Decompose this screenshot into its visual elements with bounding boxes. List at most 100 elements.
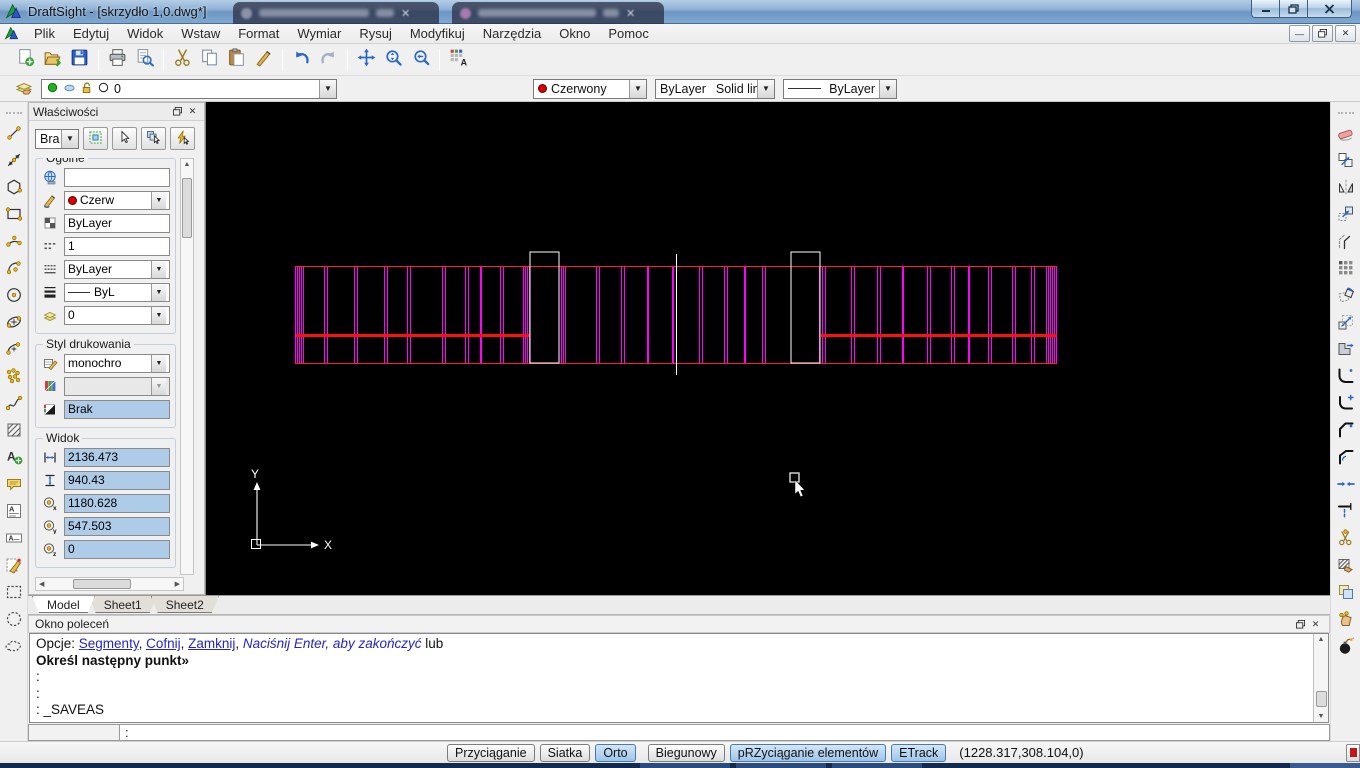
callout-button[interactable] <box>2 475 26 497</box>
menu-format[interactable]: Format <box>229 24 288 43</box>
dropdown-arrow-icon[interactable]: ▼ <box>151 284 166 301</box>
toggle-etrack[interactable]: ETrack <box>891 744 946 762</box>
pan-button[interactable] <box>353 47 380 73</box>
properties-vertical-scrollbar[interactable]: ▲ <box>180 158 194 575</box>
dropdown-arrow-icon[interactable]: ▼ <box>151 307 166 324</box>
insert-annotation-button[interactable]: A <box>2 448 26 470</box>
select-cursor-button[interactable] <box>112 127 137 150</box>
property-value-field[interactable]: ByL▼ <box>64 283 170 302</box>
chamfer-button[interactable] <box>1334 421 1358 443</box>
region-cloud-button[interactable] <box>2 637 26 659</box>
menu-wstaw[interactable]: Wstaw <box>172 24 229 43</box>
delete-button[interactable] <box>1334 124 1358 146</box>
toggle-przyciąganie-elementów[interactable]: pRZyciąganie elementów <box>730 744 886 762</box>
menu-narzędzia[interactable]: Narzędzia <box>474 24 551 43</box>
mirror-button[interactable] <box>1334 178 1358 200</box>
offset-button[interactable] <box>1334 232 1358 254</box>
cut-button[interactable] <box>169 47 196 73</box>
scroll-left-arrow-icon[interactable]: ◀ <box>36 580 47 588</box>
menu-edytuj[interactable]: Edytuj <box>64 24 118 43</box>
property-value-field[interactable]: 940.43 <box>64 471 170 490</box>
pattern-button[interactable] <box>1334 259 1358 281</box>
windows-taskbar-edge[interactable] <box>0 763 1360 768</box>
text-block-button[interactable]: A <box>2 502 26 524</box>
menu-wymiar[interactable]: Wymiar <box>288 24 350 43</box>
rotate-button[interactable] <box>1334 286 1358 308</box>
elliptical-arc-button[interactable] <box>2 340 26 362</box>
format-grid-button[interactable]: A <box>445 47 472 73</box>
print-button[interactable] <box>104 47 131 73</box>
split-button[interactable] <box>1334 529 1358 551</box>
dropdown-arrow-icon[interactable]: ▼ <box>151 355 166 372</box>
dropdown-arrow-icon[interactable]: ▼ <box>757 80 774 98</box>
scrollbar-thumb[interactable] <box>1316 691 1327 707</box>
close-button[interactable] <box>1308 0 1352 18</box>
sheet-tab-sheet1[interactable]: Sheet1 <box>89 596 157 613</box>
toolbar-grip[interactable] <box>1338 112 1354 116</box>
properties-horizontal-scrollbar[interactable]: ◀ ▶ <box>35 577 184 591</box>
line-button[interactable] <box>2 124 26 146</box>
edit-annotation-button[interactable] <box>2 556 26 578</box>
menu-rysuj[interactable]: Rysuj <box>350 24 401 43</box>
command-option-link[interactable]: Zamknij <box>188 636 235 651</box>
scroll-up-arrow-icon[interactable]: ▲ <box>184 159 191 170</box>
scrollbar-thumb[interactable] <box>73 579 131 589</box>
property-value-field[interactable]: ▼ <box>64 377 170 396</box>
scroll-right-arrow-icon[interactable]: ▶ <box>172 580 183 588</box>
dropdown-arrow-icon[interactable]: ▼ <box>151 261 166 278</box>
dropdown-arrow-icon[interactable]: ▼ <box>879 80 896 98</box>
arc-3-point-button[interactable] <box>2 232 26 254</box>
menu-plik[interactable]: Plik <box>25 24 64 43</box>
copy-button[interactable] <box>196 47 223 73</box>
trim-length-button[interactable] <box>1334 502 1358 524</box>
multiple-points-button[interactable] <box>2 367 26 389</box>
zoom-previous-button[interactable] <box>407 47 434 73</box>
color-combobox[interactable]: Czerwony ▼ <box>533 79 647 99</box>
format-painter-button[interactable] <box>250 47 277 73</box>
toggle-siatka[interactable]: Siatka <box>540 744 591 762</box>
property-value-field[interactable]: Czerw▼ <box>64 191 170 210</box>
print-preview-button[interactable] <box>131 47 158 73</box>
copy-entity-button[interactable] <box>1334 151 1358 173</box>
hatch-button[interactable] <box>2 421 26 443</box>
toggle-przyciąganie[interactable]: Przyciąganie <box>447 744 535 762</box>
save-file-button[interactable] <box>66 47 93 73</box>
arc-start-center-button[interactable] <box>2 259 26 281</box>
menu-pomoc[interactable]: Pomoc <box>599 24 657 43</box>
notification-button[interactable] <box>1346 744 1360 762</box>
property-value-field[interactable]: 0 <box>64 540 170 559</box>
overlap-button[interactable] <box>1334 583 1358 605</box>
property-value-field[interactable]: ByLayer <box>64 214 170 233</box>
polygon-button[interactable] <box>2 178 26 200</box>
property-value-field[interactable]: 1180.628 <box>64 494 170 513</box>
scale-button[interactable] <box>1334 313 1358 335</box>
mdi-close-button[interactable]: ✕ <box>1335 25 1356 42</box>
move-entity-button[interactable] <box>1334 205 1358 227</box>
mdi-restore-button[interactable] <box>1312 25 1333 42</box>
region-circle-button[interactable] <box>2 610 26 632</box>
panel-float-button[interactable] <box>170 105 185 118</box>
spline-button[interactable] <box>2 394 26 416</box>
stretch-button[interactable] <box>1334 340 1358 362</box>
converge-button[interactable] <box>1334 475 1358 497</box>
property-value-field[interactable]: 0▼ <box>64 306 170 325</box>
property-value-field[interactable] <box>64 168 170 187</box>
panel-close-button[interactable]: ✕ <box>185 105 200 118</box>
circle-button[interactable] <box>2 286 26 308</box>
rectangle-button[interactable] <box>2 205 26 227</box>
paste-button[interactable] <box>223 47 250 73</box>
toggle-biegunowy[interactable]: Biegunowy <box>648 744 725 762</box>
sheet-tab-model[interactable]: Model <box>32 596 95 613</box>
dropdown-arrow-icon[interactable]: ▼ <box>629 80 646 98</box>
scroll-up-arrow-icon[interactable]: ▲ <box>1318 636 1325 643</box>
menu-modyfikuj[interactable]: Modyfikuj <box>401 24 474 43</box>
property-value-field[interactable]: Brak <box>64 400 170 419</box>
toggle-orto[interactable]: Orto <box>595 744 635 762</box>
drawing-canvas[interactable]: YX <box>205 102 1330 595</box>
layer-manager-button[interactable] <box>10 76 37 102</box>
infinite-line-button[interactable] <box>2 151 26 173</box>
scroll-down-arrow-icon[interactable]: ▼ <box>1318 713 1325 720</box>
linestyle-combobox[interactable]: ByLayer ▼ <box>783 79 897 99</box>
simple-note-button[interactable]: A <box>2 529 26 551</box>
dropdown-arrow-icon[interactable]: ▼ <box>151 192 166 209</box>
